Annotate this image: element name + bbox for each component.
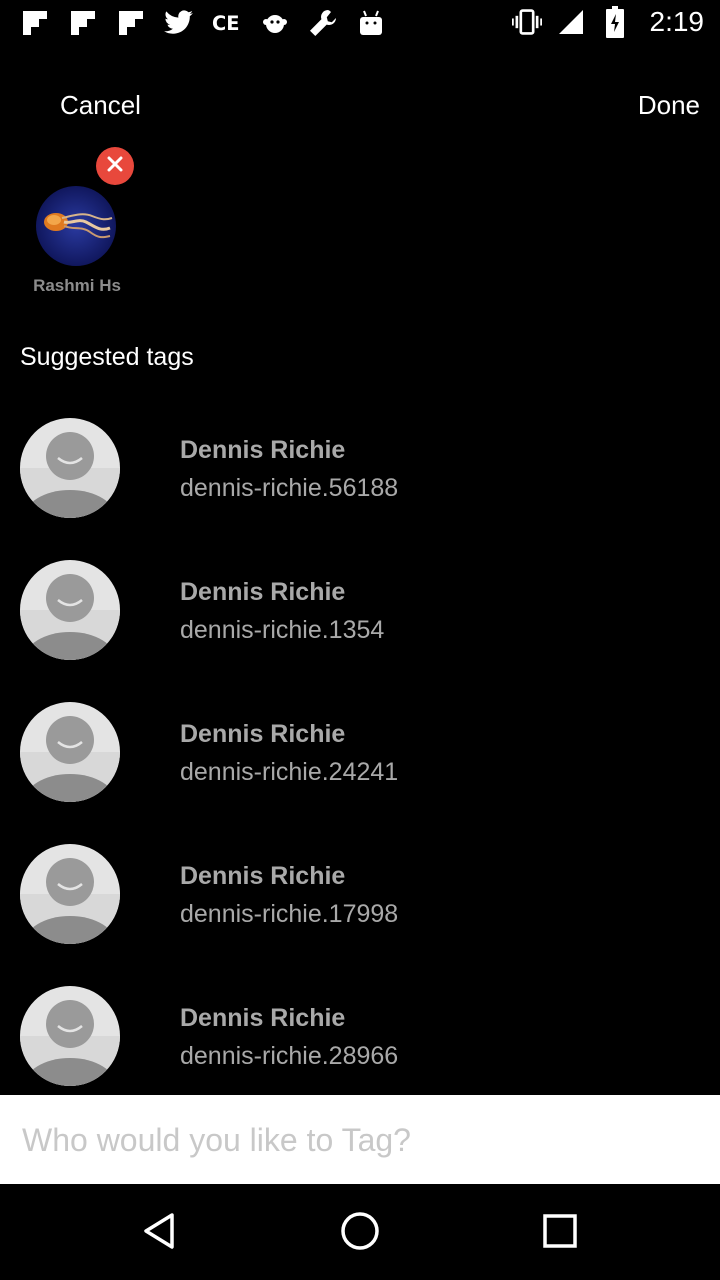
tag-search-bar xyxy=(0,1095,720,1186)
done-button[interactable]: Done xyxy=(638,90,700,121)
flipboard-icon xyxy=(116,8,146,38)
contact-name: Dennis Richie xyxy=(180,1004,346,1032)
list-item[interactable]: Dennis Richie dennis-richie.28966 xyxy=(0,986,720,1086)
contact-handle: dennis-richie.1354 xyxy=(180,616,385,644)
android-icon xyxy=(356,8,386,38)
svg-text:CE: CE xyxy=(212,12,240,35)
navigation-bar xyxy=(0,1184,720,1280)
battery-icon xyxy=(600,6,630,38)
close-icon xyxy=(107,156,123,177)
avatar-placeholder-icon xyxy=(20,702,120,802)
recents-button[interactable] xyxy=(535,1208,585,1258)
recents-square-icon xyxy=(541,1212,579,1255)
list-item[interactable]: Dennis Richie dennis-richie.1354 xyxy=(0,560,720,660)
avatar-placeholder-icon xyxy=(20,844,120,944)
section-title: Suggested tags xyxy=(20,343,194,371)
list-item[interactable]: Dennis Richie dennis-richie.17998 xyxy=(0,844,720,944)
contact-name: Dennis Richie xyxy=(180,720,346,748)
list-item[interactable]: Dennis Richie dennis-richie.56188 xyxy=(0,418,720,518)
status-bar: CE 2:19 xyxy=(0,0,720,48)
ce-icon: CE xyxy=(212,8,242,38)
avatar-placeholder-icon xyxy=(20,560,120,660)
contact-handle: dennis-richie.28966 xyxy=(180,1042,399,1070)
back-button[interactable] xyxy=(135,1208,185,1258)
flipboard-icon xyxy=(20,8,50,38)
cancel-button[interactable]: Cancel xyxy=(60,90,141,121)
home-button[interactable] xyxy=(335,1208,385,1258)
flipboard-icon xyxy=(68,8,98,38)
contact-handle: dennis-richie.24241 xyxy=(180,758,399,786)
monkey-icon xyxy=(260,8,290,38)
list-item[interactable]: Dennis Richie dennis-richie.24241 xyxy=(0,702,720,802)
selected-tag-avatar[interactable] xyxy=(36,186,118,268)
contact-handle: dennis-richie.17998 xyxy=(180,900,399,928)
avatar-placeholder-icon xyxy=(20,418,120,518)
contact-name: Dennis Richie xyxy=(180,578,346,606)
contact-handle: dennis-richie.56188 xyxy=(180,474,399,502)
home-circle-icon xyxy=(339,1210,381,1257)
wrench-icon xyxy=(308,8,338,38)
tag-search-input[interactable] xyxy=(20,1095,704,1186)
notification-icons: CE xyxy=(20,8,386,38)
back-triangle-icon xyxy=(140,1211,180,1256)
signal-icon xyxy=(556,7,586,37)
selected-tag-name: Rashmi Hs xyxy=(33,276,121,295)
vibrate-icon xyxy=(511,7,542,37)
clock: 2:19 xyxy=(649,6,705,37)
contact-name: Dennis Richie xyxy=(180,862,346,890)
avatar-placeholder-icon xyxy=(20,986,120,1086)
system-status: 2:19 xyxy=(511,6,705,38)
twitter-icon xyxy=(164,8,194,38)
jellyfish-photo xyxy=(36,186,116,266)
contact-name: Dennis Richie xyxy=(180,436,346,464)
remove-tag-button[interactable] xyxy=(96,147,134,185)
